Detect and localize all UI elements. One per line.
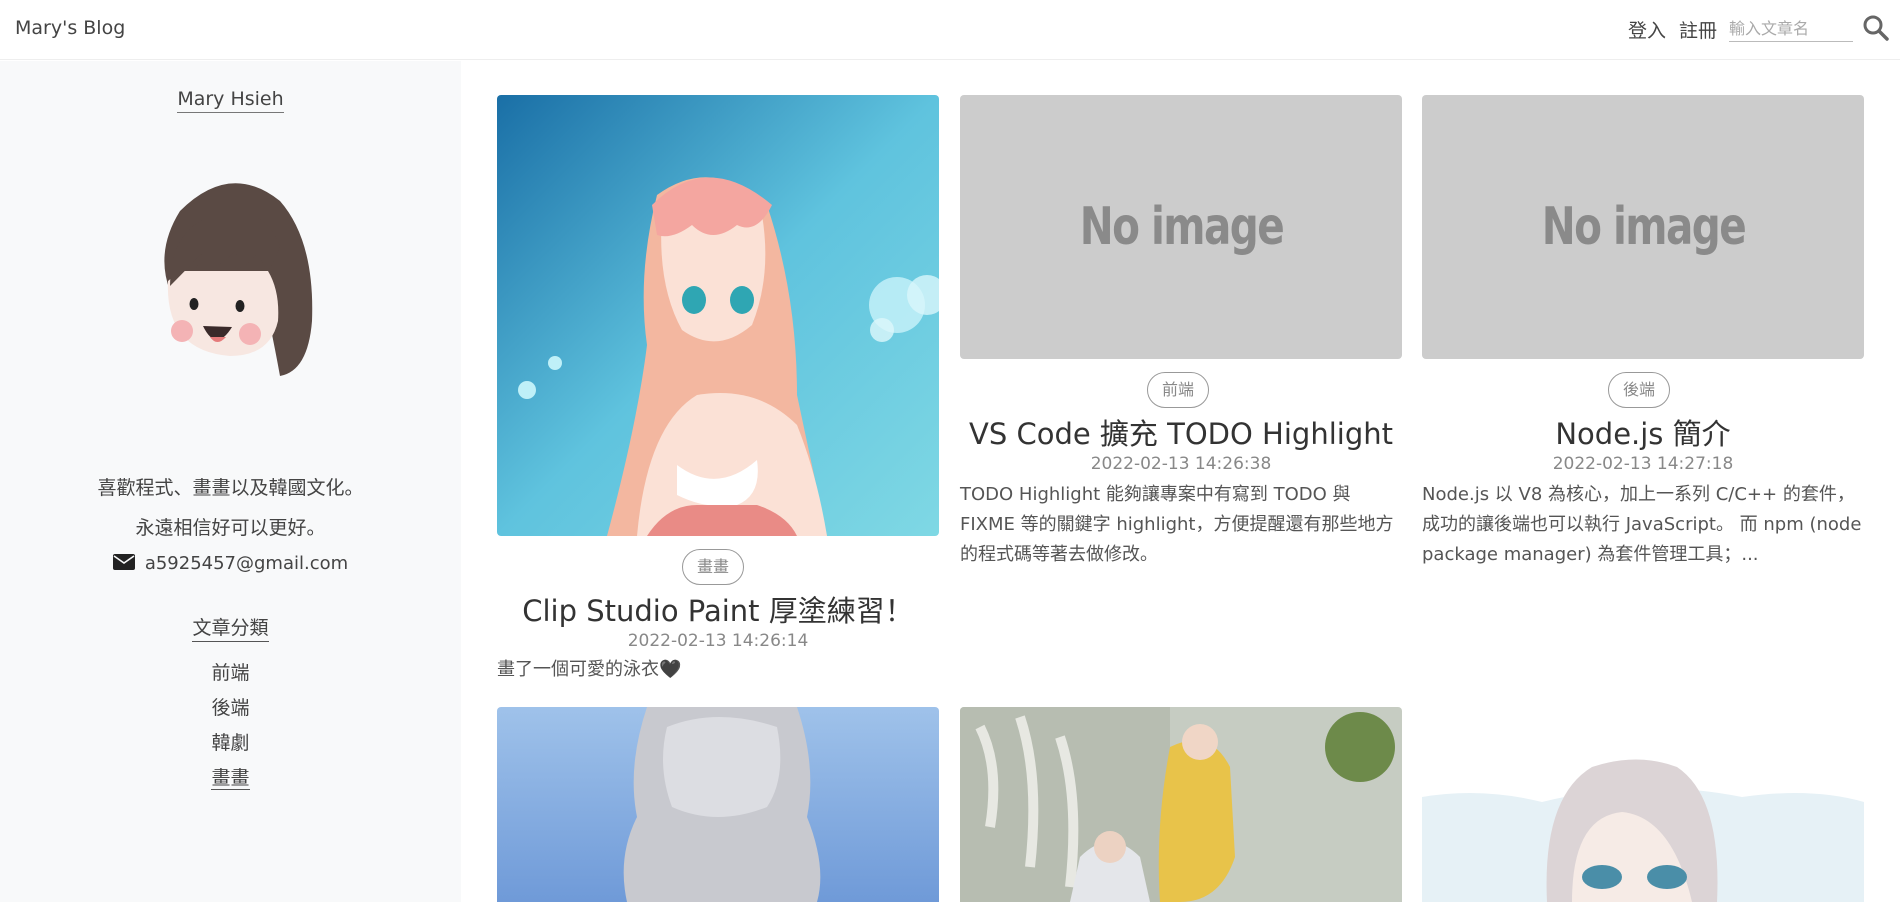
author-name: Mary Hsieh [177, 88, 284, 113]
post-date: 2022-02-13 14:26:38 [1090, 454, 1272, 474]
search-icon[interactable] [1862, 14, 1890, 42]
post-title[interactable]: Node.js 簡介 [1422, 411, 1864, 453]
post-tag[interactable]: 後端 [1608, 372, 1671, 408]
post-image-illustration[interactable] [497, 95, 939, 536]
email-row: a5925457@gmail.com [0, 553, 461, 574]
category-kdrama[interactable]: 韓劇 [0, 728, 461, 763]
post-image-statue[interactable] [497, 707, 939, 902]
bio-line-2: 永遠相信好可以更好。 [135, 517, 326, 539]
category-drawing[interactable]: 畫畫 [0, 763, 461, 798]
category-list: 前端 後端 韓劇 畫畫 [0, 658, 461, 798]
post-image-anime-portrait[interactable] [1422, 707, 1864, 902]
sidebar: Mary Hsieh 喜歡程式、畫畫以及韓國文化。 永遠相信好可以更好。 a59… [0, 61, 461, 902]
search-input[interactable] [1729, 16, 1853, 42]
no-image-placeholder[interactable]: No image [960, 95, 1402, 359]
post-card-2[interactable]: No image 前端 VS Code 擴充 TODO Highlight 20… [960, 95, 1402, 575]
post-date: 2022-02-13 14:26:14 [627, 631, 809, 651]
post-tag[interactable]: 畫畫 [682, 549, 745, 585]
post-date: 2022-02-13 14:27:18 [1552, 454, 1734, 474]
post-title[interactable]: Clip Studio Paint 厚塗練習！ [497, 588, 939, 630]
register-link[interactable]: 註冊 [1679, 16, 1717, 43]
categories-title: 文章分類 [192, 617, 269, 642]
no-image-placeholder[interactable]: No image [1422, 95, 1864, 359]
post-excerpt: Node.js 以 V8 為核心，加上一系列 C/C++ 的套件，成功的讓後端也… [1422, 484, 1862, 565]
avatar [164, 183, 313, 376]
post-image-kdrama-poster[interactable] [960, 707, 1402, 902]
top-navbar: Mary's Blog 登入 註冊 [0, 0, 1900, 60]
post-title[interactable]: VS Code 擴充 TODO Highlight [960, 411, 1402, 453]
category-frontend[interactable]: 前端 [0, 658, 461, 693]
category-backend[interactable]: 後端 [0, 693, 461, 728]
post-card-3[interactable]: No image 後端 Node.js 簡介 2022-02-13 14:27:… [1422, 95, 1864, 575]
post-excerpt: TODO Highlight 能夠讓專案中有寫到 TODO 與 FIXME 等的… [960, 484, 1394, 565]
bio-line-1: 喜歡程式、畫畫以及韓國文化。 [97, 477, 364, 499]
envelope-icon [112, 554, 135, 570]
login-link[interactable]: 登入 [1628, 16, 1666, 43]
brand-link[interactable]: Mary's Blog [15, 17, 125, 39]
post-tag[interactable]: 前端 [1147, 372, 1210, 408]
post-card-1[interactable]: 畫畫 Clip Studio Paint 厚塗練習！ 2022-02-13 14… [497, 95, 939, 695]
post-excerpt: 畫了一個可愛的泳衣🖤 [497, 659, 682, 680]
email-text: a5925457@gmail.com [144, 553, 349, 574]
